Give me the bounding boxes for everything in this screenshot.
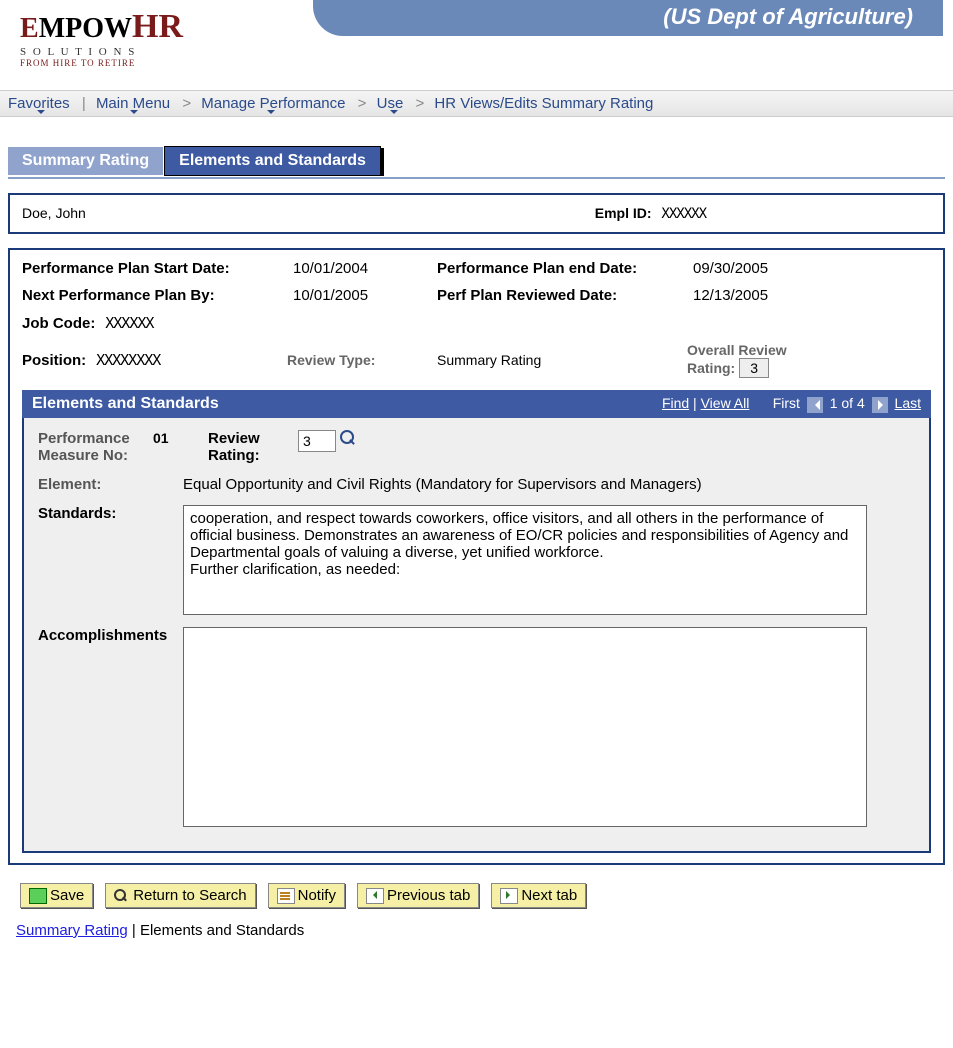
- standards-text[interactable]: [183, 505, 867, 615]
- previous-tab-icon: [366, 888, 384, 904]
- header: (US Dept of Agriculture) EMPOWHR S O L U…: [0, 0, 953, 90]
- next-plan-label: Next Performance Plan By:: [22, 287, 287, 304]
- separator: |: [82, 95, 86, 112]
- plan-info-box: Performance Plan Start Date: 10/01/2004 …: [8, 248, 945, 865]
- jobcode-label: Job Code:: [22, 315, 95, 332]
- nav-main-menu[interactable]: Main Menu: [96, 95, 172, 112]
- plan-start-value: 10/01/2004: [293, 260, 412, 277]
- reviewed-value: 12/13/2005: [693, 287, 802, 304]
- search-icon: [114, 889, 130, 903]
- tab-elements-standards[interactable]: Elements and Standards: [165, 147, 380, 175]
- save-button[interactable]: Save: [20, 883, 93, 908]
- nav-use[interactable]: Use: [377, 95, 406, 112]
- bottom-links: Summary Rating | Elements and Standards: [8, 922, 945, 939]
- empowhr-logo: EMPOWHR S O L U T I O N S FROM HIRE TO R…: [20, 8, 183, 68]
- plan-end-label: Performance Plan end Date:: [437, 260, 687, 277]
- position-label: Position:: [22, 352, 86, 369]
- review-rating-label: Review Rating:: [208, 430, 298, 464]
- return-to-search-button[interactable]: Return to Search: [105, 883, 255, 908]
- nav-favorites[interactable]: Favorites: [8, 95, 72, 112]
- notify-icon: [277, 888, 295, 904]
- chevron-right-icon: >: [358, 95, 367, 112]
- record-counter: 1 of 4: [830, 395, 865, 411]
- prev-record-icon[interactable]: [807, 397, 823, 413]
- reviewed-label: Perf Plan Reviewed Date:: [437, 287, 687, 304]
- view-all-link[interactable]: View All: [701, 395, 750, 411]
- tab-summary-rating[interactable]: Summary Rating: [8, 147, 163, 175]
- overall-rating-label: Overall Review Rating:: [687, 342, 787, 376]
- find-link[interactable]: Find: [662, 395, 689, 411]
- tab-underline: [8, 177, 945, 179]
- tab-strip: Summary Rating Elements and Standards: [8, 147, 945, 175]
- next-record-icon[interactable]: [872, 397, 888, 413]
- next-tab-icon: [500, 888, 518, 904]
- review-rating-input[interactable]: [298, 430, 336, 452]
- employee-box: Doe, John Empl ID: XXXXXX: [8, 193, 945, 234]
- bottom-link-elements: Elements and Standards: [140, 922, 304, 939]
- empl-id-label: Empl ID:: [595, 205, 652, 221]
- element-label: Element:: [38, 476, 183, 493]
- org-title: (US Dept of Agriculture): [313, 0, 943, 36]
- lookup-icon[interactable]: [340, 430, 356, 446]
- last-link[interactable]: Last: [895, 395, 921, 411]
- nav-current-page: HR Views/Edits Summary Rating: [434, 95, 653, 112]
- review-type-value: Summary Rating: [437, 352, 541, 368]
- accomplishments-text[interactable]: [183, 627, 867, 827]
- jobcode-value: XXXXXX: [105, 314, 153, 332]
- next-tab-button[interactable]: Next tab: [491, 883, 586, 908]
- plan-end-value: 09/30/2005: [693, 260, 802, 277]
- next-plan-value: 10/01/2005: [293, 287, 412, 304]
- breadcrumb: Favorites | Main Menu > Manage Performan…: [0, 90, 953, 117]
- element-value: Equal Opportunity and Civil Rights (Mand…: [183, 476, 702, 493]
- first-label: First: [773, 395, 800, 411]
- chevron-right-icon: >: [415, 95, 424, 112]
- accomplishments-label: Accomplishments: [38, 627, 183, 644]
- employee-name: Doe, John: [22, 205, 86, 222]
- standards-label: Standards:: [38, 505, 183, 522]
- measure-no-label: Performance Measure No:: [38, 430, 153, 464]
- notify-button[interactable]: Notify: [268, 883, 345, 908]
- elements-panel: Elements and Standards Find | View All F…: [22, 390, 931, 853]
- measure-no-value: 01: [153, 430, 208, 446]
- overall-rating-value: 3: [739, 358, 769, 378]
- save-icon: [29, 888, 47, 904]
- nav-manage-performance[interactable]: Manage Performance: [201, 95, 347, 112]
- position-value: XXXXXXXX: [96, 351, 160, 369]
- bottom-link-summary[interactable]: Summary Rating: [16, 922, 128, 939]
- review-type-label: Review Type:: [287, 352, 375, 368]
- chevron-right-icon: >: [182, 95, 191, 112]
- plan-start-label: Performance Plan Start Date:: [22, 260, 287, 277]
- previous-tab-button[interactable]: Previous tab: [357, 883, 479, 908]
- empl-id-value: XXXXXX: [661, 206, 706, 222]
- button-row: Save Return to Search Notify Previous ta…: [8, 883, 945, 908]
- panel-title: Elements and Standards: [32, 395, 219, 413]
